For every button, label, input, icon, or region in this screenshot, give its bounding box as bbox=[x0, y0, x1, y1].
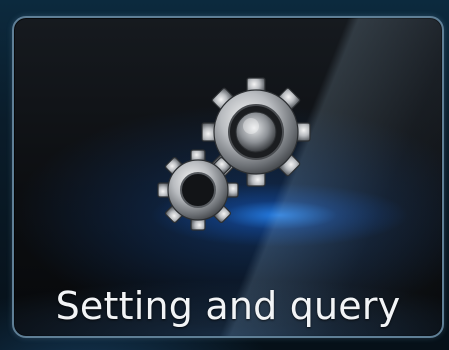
gears-icon bbox=[157, 77, 311, 231]
tile-label: Setting and query bbox=[55, 284, 401, 328]
setting-and-query-tile[interactable]: Setting and query bbox=[12, 16, 444, 338]
small-gear bbox=[157, 149, 239, 231]
